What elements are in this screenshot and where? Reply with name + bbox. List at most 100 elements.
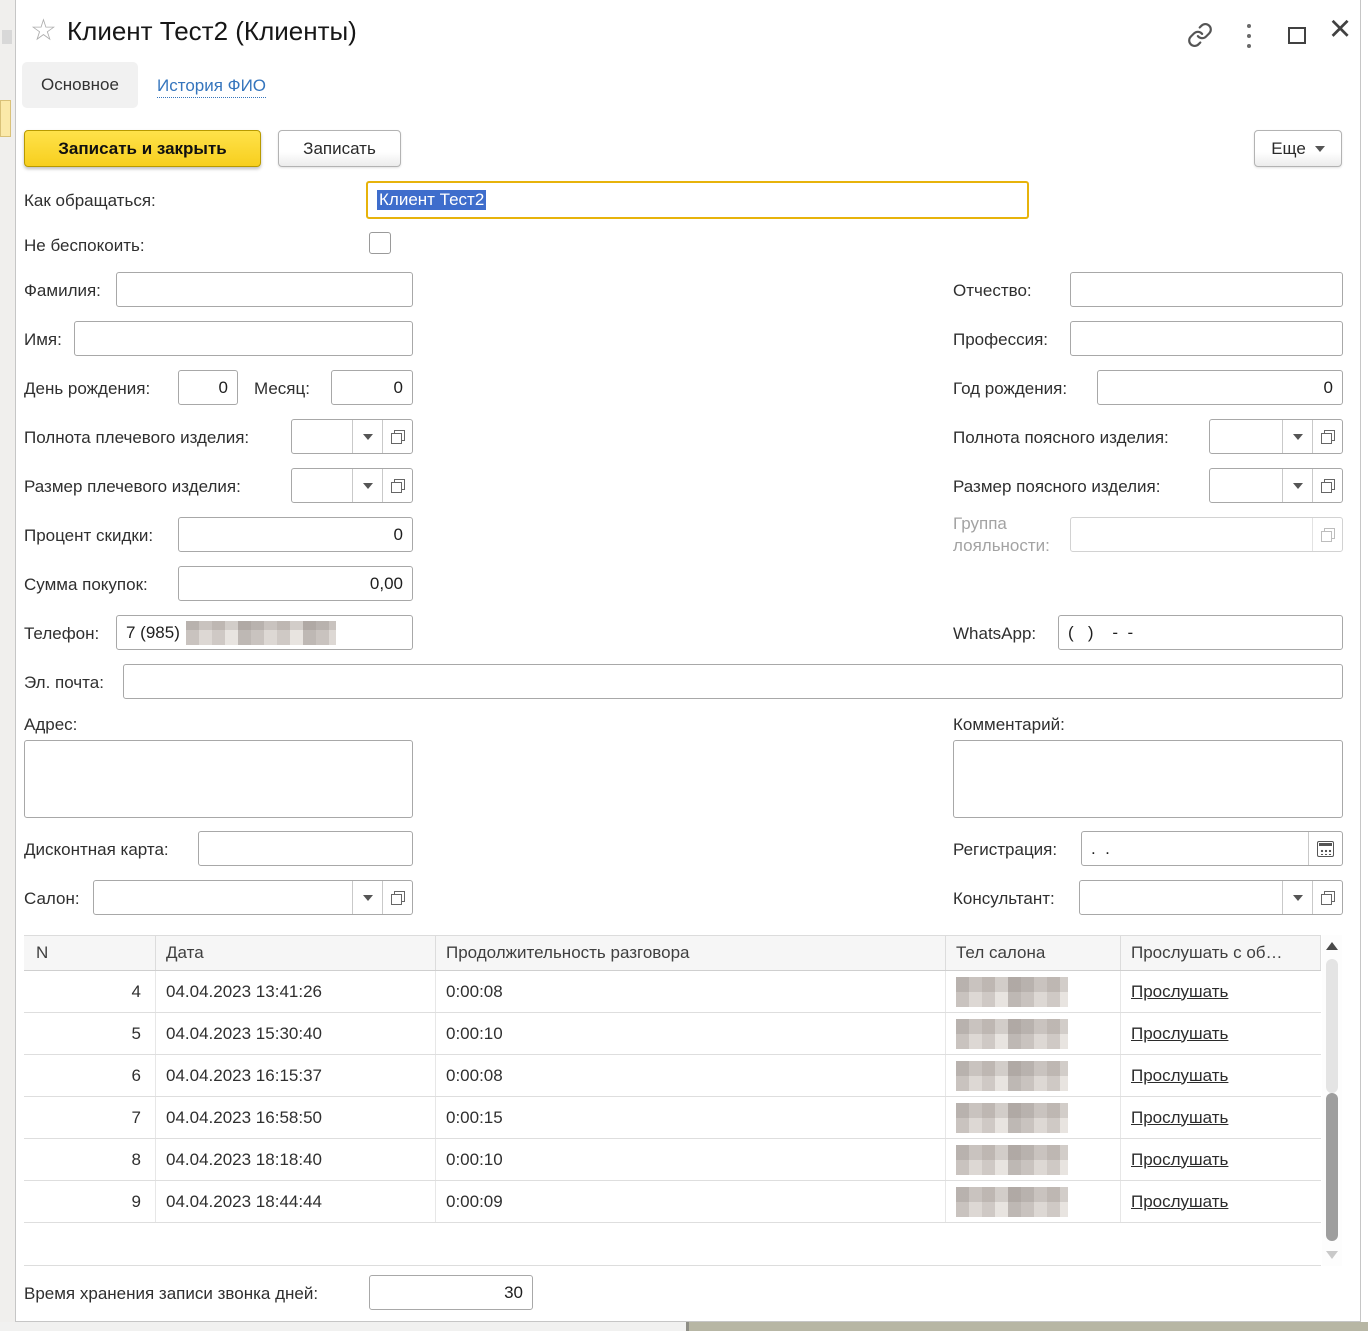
cell-date: 04.04.2023 16:15:37 [156, 1055, 436, 1096]
dropdown-button[interactable] [1282, 881, 1312, 914]
get-link-icon[interactable] [1187, 22, 1213, 48]
scrollbar-thumb[interactable] [1326, 1093, 1338, 1241]
chevron-down-icon [363, 434, 373, 440]
table-row[interactable]: 7 04.04.2023 16:58:50 0:00:15 Прослушать [24, 1097, 1321, 1139]
call-record-days-input[interactable]: 30 [369, 1275, 533, 1310]
birthday-input[interactable]: 0 [178, 370, 238, 405]
window-title: Клиент Тест2 (Клиенты) [67, 16, 357, 47]
table-row[interactable]: 4 04.04.2023 13:41:26 0:00:08 Прослушать [24, 971, 1321, 1013]
redacted-phone-number [956, 1145, 1068, 1175]
firstname-label: Имя: [24, 330, 62, 350]
email-label: Эл. почта: [24, 673, 104, 693]
discount-percent-input[interactable]: 0 [178, 517, 413, 552]
open-picker-button[interactable] [1312, 420, 1342, 453]
profession-input[interactable] [1070, 321, 1343, 356]
shoulder-size-select[interactable] [291, 468, 413, 503]
email-input[interactable] [123, 664, 1343, 699]
phone-input[interactable]: 7 (985) [116, 615, 413, 650]
purchase-sum-input[interactable]: 0,00 [178, 566, 413, 601]
patronymic-input[interactable] [1070, 272, 1343, 307]
listen-link[interactable]: Прослушать [1131, 1192, 1228, 1212]
do-not-disturb-checkbox[interactable] [369, 232, 391, 254]
waist-fullness-select[interactable] [1209, 419, 1343, 454]
tab-main[interactable]: Основное [22, 62, 138, 108]
column-header-salon-phone[interactable]: Тел салона [946, 936, 1121, 970]
waist-size-select[interactable] [1209, 468, 1343, 503]
table-row[interactable]: 6 04.04.2023 16:15:37 0:00:08 Прослушать [24, 1055, 1321, 1097]
chevron-down-icon [1293, 483, 1303, 489]
scrollbar-track[interactable] [1326, 959, 1338, 1093]
cell-salon-phone [946, 1097, 1121, 1138]
cell-duration: 0:00:15 [436, 1097, 946, 1138]
shoulder-fullness-select[interactable] [291, 419, 413, 454]
birthmonth-input[interactable]: 0 [331, 370, 413, 405]
cell-listen: Прослушать [1121, 1139, 1321, 1180]
open-picker-button[interactable] [382, 881, 412, 914]
column-header-listen[interactable]: Прослушать с об… [1121, 936, 1321, 970]
favorite-star-icon[interactable]: ☆ [30, 13, 57, 48]
open-picker-button[interactable] [382, 469, 412, 502]
cell-duration: 0:00:10 [436, 1139, 946, 1180]
open-picker-button[interactable] [382, 420, 412, 453]
dropdown-button[interactable] [1282, 420, 1312, 453]
listen-link[interactable]: Прослушать [1131, 1066, 1228, 1086]
open-form-icon [1321, 528, 1335, 542]
cell-date: 04.04.2023 18:44:44 [156, 1181, 436, 1222]
more-button[interactable]: Еще [1254, 130, 1342, 167]
redacted-phone-number [956, 1061, 1068, 1091]
cell-date: 04.04.2023 15:30:40 [156, 1013, 436, 1054]
table-row[interactable]: 9 04.04.2023 18:44:44 0:00:09 Прослушать [24, 1181, 1321, 1223]
open-form-icon [1321, 479, 1335, 493]
open-picker-button[interactable] [1312, 881, 1342, 914]
table-row[interactable]: 5 04.04.2023 15:30:40 0:00:10 Прослушать [24, 1013, 1321, 1055]
open-form-icon [391, 430, 405, 444]
scroll-up-arrow-icon[interactable] [1326, 942, 1338, 950]
whatsapp-label: WhatsApp: [953, 624, 1036, 644]
column-header-date[interactable]: Дата [156, 936, 436, 970]
column-header-duration[interactable]: Продолжительность разговора [436, 936, 946, 970]
dropdown-button[interactable] [352, 881, 382, 914]
tab-fio-history[interactable]: История ФИО [157, 76, 266, 98]
dropdown-button[interactable] [1282, 469, 1312, 502]
comment-textarea[interactable] [953, 740, 1343, 818]
listen-link[interactable]: Прослушать [1131, 1150, 1228, 1170]
cell-duration: 0:00:09 [436, 1181, 946, 1222]
background-fragment [2, 30, 12, 44]
dropdown-button[interactable] [352, 469, 382, 502]
birthyear-input[interactable]: 0 [1097, 370, 1343, 405]
cell-salon-phone [946, 1181, 1121, 1222]
scroll-down-arrow-icon[interactable] [1326, 1251, 1338, 1259]
table-row[interactable]: 8 04.04.2023 18:18:40 0:00:10 Прослушать [24, 1139, 1321, 1181]
open-picker-button[interactable] [1312, 469, 1342, 502]
whatsapp-input[interactable]: ( ) - - [1058, 615, 1343, 650]
calendar-picker-button[interactable] [1308, 832, 1342, 865]
selected-text: Клиент Тест2 [377, 190, 486, 210]
dropdown-button[interactable] [352, 420, 382, 453]
discount-card-input[interactable] [198, 831, 413, 866]
consultant-label: Консультант: [953, 889, 1055, 909]
cell-duration: 0:00:10 [436, 1013, 946, 1054]
lastname-input[interactable] [116, 272, 413, 307]
listen-link[interactable]: Прослушать [1131, 982, 1228, 1002]
column-header-n[interactable]: N [24, 936, 156, 970]
firstname-input[interactable] [74, 321, 413, 356]
listen-link[interactable]: Прослушать [1131, 1108, 1228, 1128]
more-menu-icon[interactable] [1247, 24, 1252, 48]
patronymic-label: Отчество: [953, 281, 1032, 301]
loyalty-group-input [1070, 517, 1343, 552]
registration-date-input[interactable]: . . [1081, 831, 1343, 866]
open-form-icon [391, 479, 405, 493]
table-scrollbar[interactable] [1322, 935, 1342, 1266]
address-textarea[interactable] [24, 740, 413, 818]
chevron-down-icon [1293, 434, 1303, 440]
close-button[interactable]: × [1329, 9, 1351, 49]
maximize-button[interactable] [1288, 27, 1306, 44]
save-and-close-button[interactable]: Записать и закрыть [24, 130, 261, 167]
how-to-address-input[interactable]: Клиент Тест2 [366, 181, 1029, 219]
client-form-window: ☆ Клиент Тест2 (Клиенты) × Основное Исто… [15, 0, 1361, 1322]
listen-link[interactable]: Прослушать [1131, 1024, 1228, 1044]
salon-select[interactable] [93, 880, 413, 915]
consultant-select[interactable] [1079, 880, 1343, 915]
save-button[interactable]: Записать [278, 130, 401, 167]
cell-listen: Прослушать [1121, 1181, 1321, 1222]
